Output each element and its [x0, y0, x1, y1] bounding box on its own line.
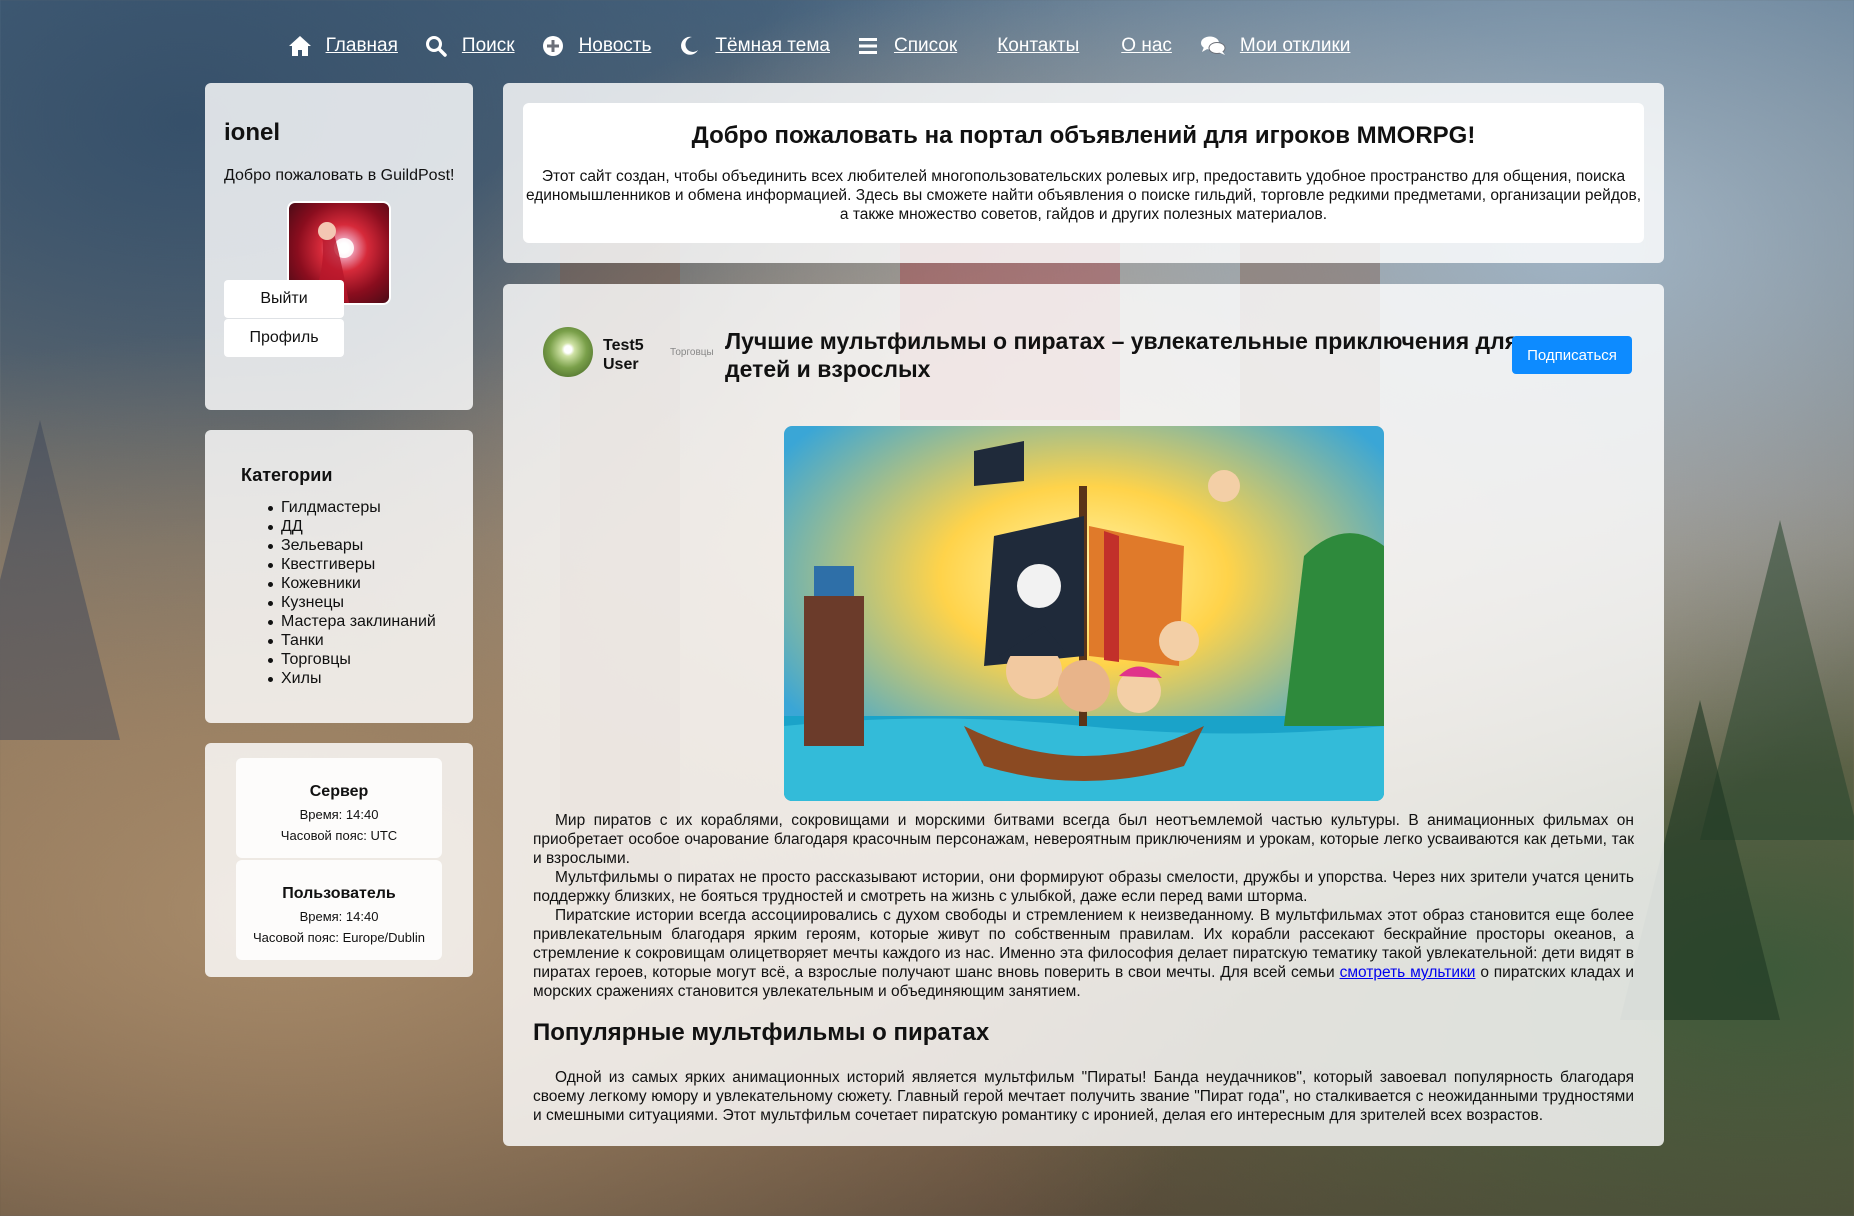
user-time-box: Пользователь Время: 14:40 Часовой пояс: …: [236, 860, 442, 960]
welcome-text: Добро пожаловать в GuildPost!: [224, 167, 455, 184]
post-paragraph: Мир пиратов с их кораблями, сокровищами …: [533, 812, 1634, 867]
chat-icon: [1200, 34, 1226, 58]
categories-title: Категории: [241, 465, 333, 485]
post-body: Мир пиратов с их кораблями, сокровищами …: [533, 811, 1634, 1125]
author-avatar[interactable]: [543, 327, 593, 377]
nav-home-label: Главная: [325, 35, 398, 56]
category-item[interactable]: Мастера заклинаний: [268, 612, 436, 631]
category-item[interactable]: ДД: [268, 517, 436, 536]
category-item[interactable]: Кожевники: [268, 574, 436, 593]
nav-about-label: О нас: [1121, 35, 1172, 56]
nav-contacts[interactable]: Контакты: [997, 35, 1079, 57]
server-title: Сервер: [309, 783, 369, 800]
author-name: Test5: [603, 337, 644, 354]
logout-button[interactable]: Выйти: [224, 280, 344, 318]
nav-list-label: Список: [893, 35, 958, 56]
category-item[interactable]: Хилы: [268, 669, 436, 688]
watch-cartoons-link[interactable]: смотреть мультики: [1340, 964, 1476, 981]
post-title: Лучшие мультфильмы о пиратах – увлекател…: [725, 328, 1519, 382]
server-timezone: Часовой пояс: UTC: [280, 828, 398, 843]
post-category: Торговцы: [670, 347, 714, 358]
nav-dark-theme-label: Тёмная тема: [715, 35, 830, 56]
category-item[interactable]: Зельевары: [268, 536, 436, 555]
intro-text: Этот сайт создан, чтобы объединить всех …: [525, 168, 1642, 223]
intro-title: Добро пожаловать на портал объявлений дл…: [691, 122, 1476, 149]
time-panel: Сервер Время: 14:40 Часовой пояс: UTC По…: [205, 743, 473, 977]
search-icon: [424, 34, 448, 58]
category-item[interactable]: Кузнецы: [268, 593, 436, 612]
section-heading: Популярные мультфильмы о пиратах: [533, 1019, 990, 1046]
username: ionel: [224, 119, 281, 146]
author-info[interactable]: Test5 User: [603, 336, 644, 374]
post-paragraph: Мультфильмы о пиратах не просто рассказы…: [533, 869, 1634, 905]
list-icon: [856, 34, 880, 58]
subscribe-button[interactable]: Подписаться: [1512, 336, 1632, 374]
nav-news[interactable]: Новость: [541, 34, 652, 58]
category-item[interactable]: Гилдмастеры: [268, 498, 436, 517]
post-panel: Test5 User Торговцы Лучшие мультфильмы о…: [503, 284, 1664, 1146]
nav-news-label: Новость: [578, 35, 652, 56]
author-role: User: [603, 356, 639, 373]
server-time-box: Сервер Время: 14:40 Часовой пояс: UTC: [236, 758, 442, 858]
nav-dark-theme[interactable]: Тёмная тема: [677, 34, 830, 58]
home-icon: [288, 34, 312, 58]
nav-contacts-label: Контакты: [997, 35, 1080, 56]
nav-search[interactable]: Поиск: [424, 34, 515, 58]
user-timezone: Часовой пояс: Europe/Dublin: [252, 930, 426, 945]
nav-home[interactable]: Главная: [288, 34, 398, 58]
intro-panel: Добро пожаловать на портал объявлений дл…: [503, 83, 1664, 263]
plus-circle-icon: [541, 34, 565, 58]
post-paragraph: Пиратские истории всегда ассоциировались…: [533, 906, 1634, 1001]
category-item[interactable]: Квестгиверы: [268, 555, 436, 574]
post-image: [784, 426, 1384, 801]
nav-my-responses[interactable]: Мои отклики: [1200, 34, 1351, 58]
categories-list: Гилдмастеры ДД Зельевары Квестгиверы Кож…: [268, 498, 436, 688]
top-nav: Главная Поиск Новость Тёмная тема Список: [0, 28, 1854, 64]
user-panel: ionel Добро пожаловать в GuildPost! Выйт…: [205, 83, 473, 410]
nav-about[interactable]: О нас: [1121, 35, 1172, 57]
moon-icon: [677, 34, 701, 58]
nav-search-label: Поиск: [461, 35, 515, 56]
profile-button[interactable]: Профиль: [224, 319, 344, 357]
nav-my-responses-label: Мои отклики: [1239, 35, 1351, 56]
category-item[interactable]: Танки: [268, 631, 436, 650]
user-time-title: Пользователь: [282, 885, 396, 902]
categories-panel: Категории Гилдмастеры ДД Зельевары Квест…: [205, 430, 473, 723]
post-paragraph: Одной из самых ярких анимационных истори…: [533, 1069, 1634, 1124]
nav-list[interactable]: Список: [856, 34, 957, 58]
intro-card: Добро пожаловать на портал объявлений дл…: [523, 103, 1644, 243]
category-item[interactable]: Торговцы: [268, 650, 436, 669]
user-time: Время: 14:40: [299, 909, 379, 924]
server-time: Время: 14:40: [299, 807, 379, 822]
